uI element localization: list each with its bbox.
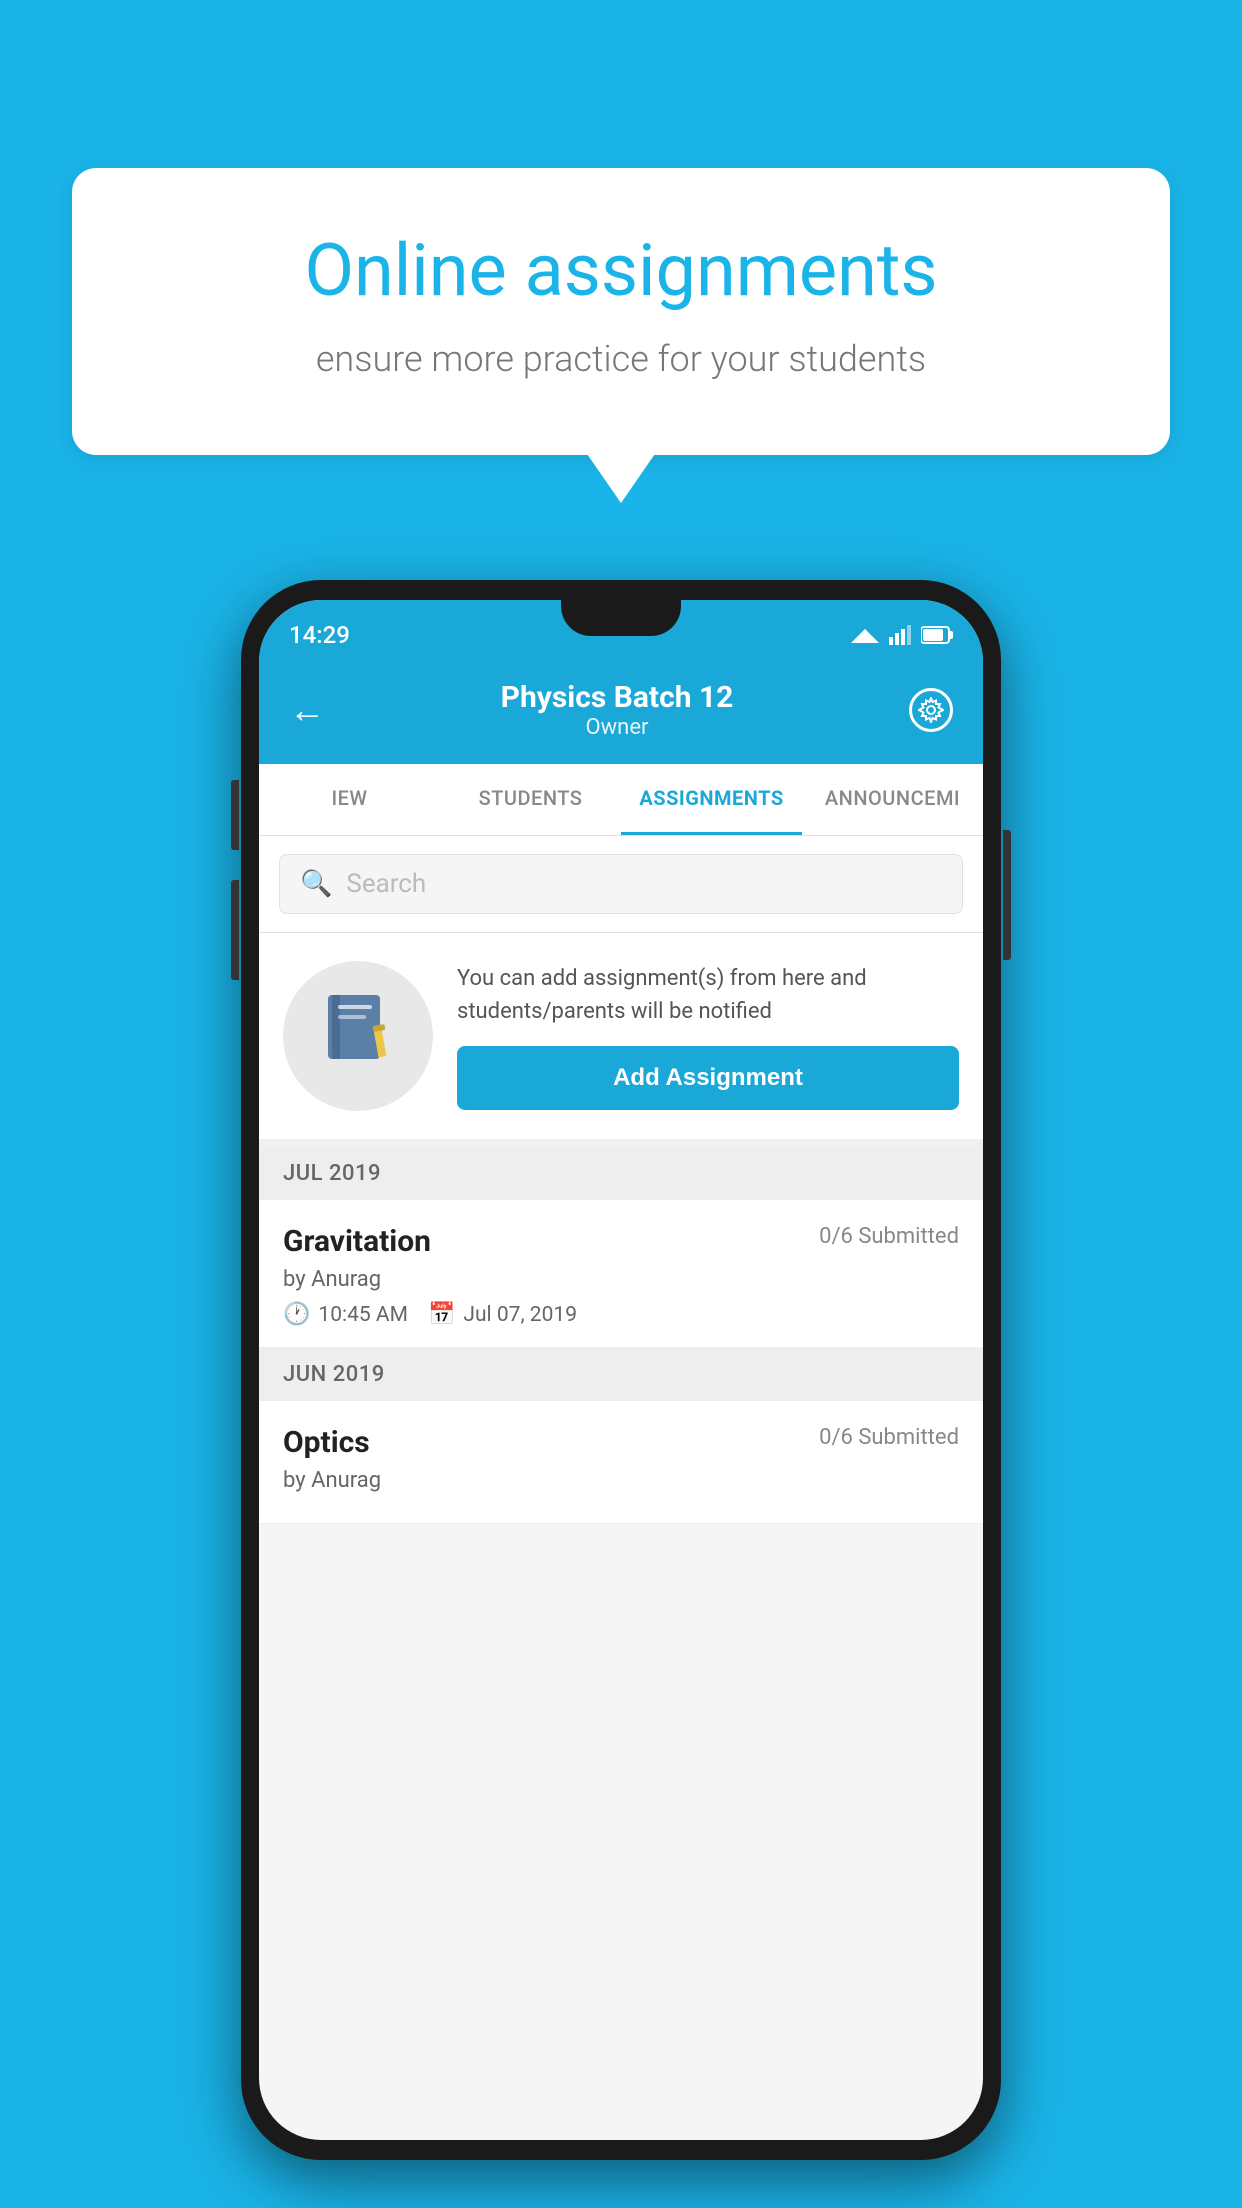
phone-wrapper: 14:29 — [241, 580, 1001, 2160]
section-month-jun: JUN 2019 — [283, 1362, 385, 1387]
section-header-jul: JUL 2019 — [259, 1147, 983, 1200]
back-button[interactable]: ← — [289, 689, 325, 731]
assignment-time-gravitation: 🕐 10:45 AM — [283, 1302, 408, 1327]
clock-icon: 🕐 — [283, 1302, 310, 1327]
settings-button[interactable] — [909, 688, 953, 732]
promo-description: You can add assignment(s) from here and … — [457, 962, 959, 1028]
promo-content: You can add assignment(s) from here and … — [457, 962, 959, 1110]
tab-assignments[interactable]: ASSIGNMENTS — [621, 764, 802, 835]
assignment-time-text: 10:45 AM — [318, 1303, 408, 1327]
assignment-top-row: Gravitation 0/6 Submitted — [283, 1224, 959, 1259]
tab-announcements[interactable]: ANNOUNCEMI — [802, 764, 983, 835]
header-center: Physics Batch 12 Owner — [325, 680, 909, 740]
search-container: 🔍 Search — [259, 836, 983, 933]
phone-frame: 14:29 — [241, 580, 1001, 2160]
header-subtitle: Owner — [325, 715, 909, 740]
assignment-by-optics: by Anurag — [283, 1468, 959, 1493]
volume-up-button — [231, 780, 239, 850]
app-header: ← Physics Batch 12 Owner — [259, 660, 983, 764]
search-bar[interactable]: 🔍 Search — [279, 854, 963, 914]
promo-icon-circle — [283, 961, 433, 1111]
phone-notch — [561, 600, 681, 636]
assignment-submitted-gravitation: 0/6 Submitted — [819, 1224, 959, 1249]
assignment-notebook-icon — [318, 987, 398, 1067]
battery-icon — [921, 626, 953, 644]
assignment-submitted-optics: 0/6 Submitted — [819, 1425, 959, 1450]
signal-icon — [889, 625, 911, 645]
speech-bubble-container: Online assignments ensure more practice … — [72, 168, 1170, 455]
assignment-name-gravitation: Gravitation — [283, 1224, 431, 1259]
phone-screen: 14:29 — [259, 600, 983, 2140]
assignment-top-row-optics: Optics 0/6 Submitted — [283, 1425, 959, 1460]
assignment-meta-gravitation: 🕐 10:45 AM 📅 Jul 07, 2019 — [283, 1302, 959, 1327]
speech-bubble-title: Online assignments — [152, 228, 1090, 314]
speech-bubble-subtitle: ensure more practice for your students — [152, 334, 1090, 384]
power-button — [1003, 830, 1011, 960]
assignment-item-optics[interactable]: Optics 0/6 Submitted by Anurag — [259, 1401, 983, 1524]
wifi-icon — [851, 625, 879, 645]
section-header-jun: JUN 2019 — [259, 1348, 983, 1401]
volume-down-button — [231, 880, 239, 980]
add-assignment-button[interactable]: Add Assignment — [457, 1046, 959, 1110]
status-icons — [851, 625, 953, 645]
status-time: 14:29 — [289, 621, 350, 649]
search-input[interactable]: Search — [346, 869, 426, 899]
promo-section: You can add assignment(s) from here and … — [259, 933, 983, 1147]
assignment-date-text: Jul 07, 2019 — [463, 1303, 577, 1327]
assignment-by-gravitation: by Anurag — [283, 1267, 959, 1292]
header-title: Physics Batch 12 — [325, 680, 909, 715]
tabs-container: IEW STUDENTS ASSIGNMENTS ANNOUNCEMI — [259, 764, 983, 836]
notebook-icon — [318, 987, 398, 1085]
search-icon: 🔍 — [300, 869, 332, 899]
section-month-jul: JUL 2019 — [283, 1161, 381, 1186]
tab-iew[interactable]: IEW — [259, 764, 440, 835]
gear-icon — [918, 697, 944, 723]
speech-bubble: Online assignments ensure more practice … — [72, 168, 1170, 455]
assignment-name-optics: Optics — [283, 1425, 370, 1460]
calendar-icon: 📅 — [428, 1302, 455, 1327]
tab-students[interactable]: STUDENTS — [440, 764, 621, 835]
assignment-date-gravitation: 📅 Jul 07, 2019 — [428, 1302, 577, 1327]
assignment-item-gravitation[interactable]: Gravitation 0/6 Submitted by Anurag 🕐 10… — [259, 1200, 983, 1348]
